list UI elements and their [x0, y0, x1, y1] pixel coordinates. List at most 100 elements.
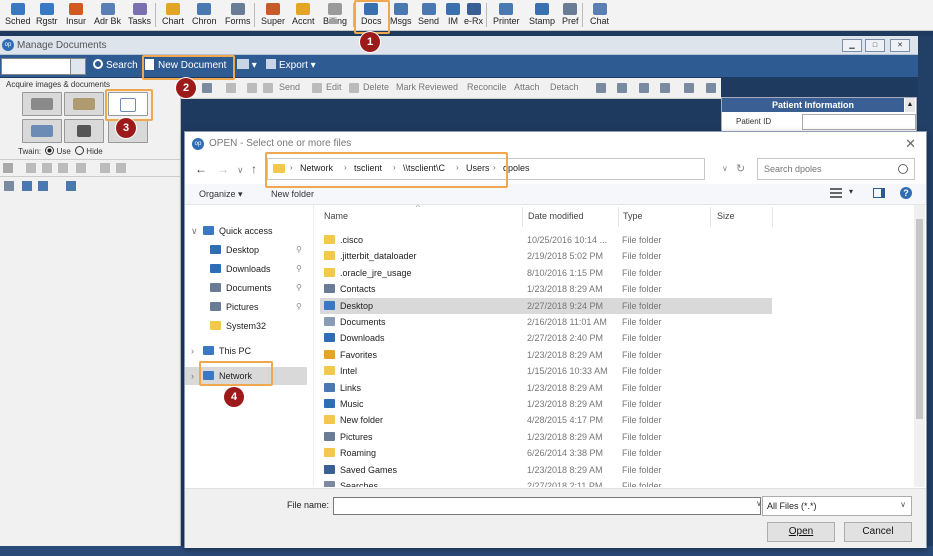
- column-name[interactable]: Name: [324, 211, 348, 221]
- dialog-close-icon[interactable]: ✕: [905, 136, 916, 152]
- view-dropdown-icon[interactable]: ▾: [849, 187, 853, 196]
- zoom-out-icon[interactable]: [706, 83, 716, 93]
- file-row[interactable]: Favorites 1/23/2018 8:29 AM File folder: [320, 347, 772, 363]
- rotate-icon[interactable]: [100, 163, 110, 173]
- nav-item-pictures[interactable]: Pictures ⚲: [210, 298, 302, 316]
- nav-item-this-pc[interactable]: This PC: [203, 342, 251, 360]
- file-row[interactable]: New folder 4/28/2015 4:17 PM File folder: [320, 412, 772, 428]
- first-page-icon[interactable]: [596, 83, 606, 93]
- toolbar-im-button[interactable]: IM: [444, 1, 462, 29]
- toolbar-sched-button[interactable]: Sched: [3, 1, 33, 29]
- up-arrow-icon[interactable]: ↑: [251, 162, 257, 176]
- open-button[interactable]: Open: [767, 522, 835, 542]
- pin-icon[interactable]: ⚲: [296, 279, 302, 297]
- search-button[interactable]: Search: [93, 58, 138, 74]
- delete-action[interactable]: Delete: [363, 82, 389, 92]
- detach-action[interactable]: Detach: [550, 82, 579, 92]
- toolbar-billing-button[interactable]: Billing: [321, 1, 349, 29]
- file-name-dropdown-icon[interactable]: ∨: [756, 499, 762, 508]
- file-row[interactable]: Intel 1/15/2016 10:33 AM File folder: [320, 363, 772, 379]
- paste-icon[interactable]: [58, 163, 68, 173]
- marker-icon[interactable]: [38, 181, 48, 191]
- file-row[interactable]: .jitterbit_dataloader 2/19/2018 5:02 PM Fi…: [320, 248, 772, 264]
- file-row[interactable]: Contacts 1/23/2018 8:29 AM File folder: [320, 281, 772, 297]
- toolbar-e-rx-button[interactable]: e-Rx: [462, 1, 485, 29]
- patient-lookup-icon[interactable]: [70, 58, 86, 75]
- attach-action[interactable]: Attach: [514, 82, 540, 92]
- preview-pane-icon[interactable]: [873, 188, 885, 198]
- scrollbar-thumb[interactable]: [916, 219, 923, 419]
- file-row[interactable]: Links 1/23/2018 8:29 AM File folder: [320, 380, 772, 396]
- nav-item-quick-access[interactable]: Quick access: [203, 222, 273, 240]
- grid-view-icon[interactable]: [202, 83, 212, 93]
- document-feeder-tile[interactable]: [64, 92, 104, 116]
- toolbar-printer-button[interactable]: Printer: [491, 1, 522, 29]
- file-row[interactable]: Searches 2/27/2018 2:11 PM File folder: [320, 478, 772, 487]
- scanner-tile[interactable]: [22, 92, 62, 116]
- twain-hide-radio[interactable]: [75, 146, 85, 155]
- file-row[interactable]: Saved Games 1/23/2018 8:29 AM File folder: [320, 462, 772, 478]
- toolbar-adr-bk-button[interactable]: Adr Bk: [92, 1, 123, 29]
- file-row[interactable]: Documents 2/16/2018 11:01 AM File folder: [320, 314, 772, 330]
- file-row[interactable]: Downloads 2/27/2018 2:40 PM File folder: [320, 330, 772, 346]
- forward-arrow-icon[interactable]: →: [217, 162, 229, 176]
- close-button[interactable]: ✕: [890, 39, 910, 52]
- column-date-modified[interactable]: Date modified: [528, 211, 584, 221]
- toolbar-insur-button[interactable]: Insur: [64, 1, 88, 29]
- undo-icon[interactable]: [3, 163, 13, 173]
- export-button[interactable]: Export ▾: [266, 58, 316, 74]
- toolbar-accnt-button[interactable]: Accnt: [290, 1, 317, 29]
- copy-icon[interactable]: [42, 163, 52, 173]
- patient-search-input[interactable]: [1, 58, 71, 75]
- file-row[interactable]: .cisco 10/25/2016 10:14 ... File folder: [320, 232, 772, 248]
- nav-item-documents[interactable]: Documents ⚲: [210, 279, 302, 297]
- nav-item-downloads[interactable]: Downloads ⚲: [210, 260, 302, 278]
- patient-id-field[interactable]: [802, 114, 916, 130]
- print-dropdown-button[interactable]: ▾: [237, 58, 257, 74]
- toolbar-tasks-button[interactable]: Tasks: [126, 1, 153, 29]
- nav-item-system32[interactable]: System32: [210, 317, 266, 335]
- reconcile-action[interactable]: Reconcile: [467, 82, 507, 92]
- toolbar-pref-button[interactable]: Pref: [560, 1, 581, 29]
- address-dropdown-icon[interactable]: ∨: [722, 164, 728, 173]
- dialog-search-box[interactable]: [757, 158, 915, 180]
- cut-icon[interactable]: [26, 163, 36, 173]
- pin-icon[interactable]: ⚲: [296, 241, 302, 259]
- maximize-button[interactable]: □: [865, 39, 885, 52]
- pin-icon[interactable]: ⚲: [296, 260, 302, 278]
- file-row[interactable]: Music 1/23/2018 8:29 AM File folder: [320, 396, 772, 412]
- print-icon[interactable]: [247, 83, 257, 93]
- file-name-input[interactable]: [333, 497, 761, 515]
- eraser-icon[interactable]: [22, 181, 32, 191]
- toolbar-super-button[interactable]: Super: [259, 1, 287, 29]
- page-icon[interactable]: [226, 83, 236, 93]
- toolbar-msgs-button[interactable]: Msgs: [388, 1, 414, 29]
- flatbed-tile[interactable]: [22, 119, 62, 143]
- toolbar-forms-button[interactable]: Forms: [223, 1, 253, 29]
- expand-chevron-icon[interactable]: ∨: [191, 222, 198, 240]
- edit-action[interactable]: Edit: [326, 82, 342, 92]
- last-page-icon[interactable]: [660, 83, 670, 93]
- file-type-select[interactable]: All Files (*.*) ∨: [762, 496, 912, 516]
- expand-chevron-icon[interactable]: ›: [191, 367, 194, 385]
- help-icon[interactable]: ?: [900, 187, 912, 199]
- column-type[interactable]: Type: [623, 211, 643, 221]
- resize-icon[interactable]: [66, 181, 76, 191]
- back-arrow-icon[interactable]: ←: [195, 162, 207, 176]
- send-action[interactable]: Send: [279, 82, 300, 92]
- camera-tile[interactable]: [64, 119, 104, 143]
- toolbar-chart-button[interactable]: Chart: [160, 1, 186, 29]
- file-list-scrollbar[interactable]: [914, 205, 925, 487]
- view-options-icon[interactable]: [830, 188, 842, 198]
- organize-button[interactable]: Organize ▾: [199, 189, 243, 200]
- toolbar-rgstr-button[interactable]: Rgstr: [34, 1, 60, 29]
- twain-use-radio[interactable]: [45, 146, 55, 155]
- recent-dropdown-icon[interactable]: ∨: [237, 165, 244, 176]
- delete-icon[interactable]: [76, 163, 86, 173]
- toolbar-chat-button[interactable]: Chat: [588, 1, 611, 29]
- expand-chevron-icon[interactable]: ›: [191, 342, 194, 360]
- nav-item-desktop[interactable]: Desktop ⚲: [210, 241, 302, 259]
- toolbar-send-button[interactable]: Send: [416, 1, 441, 29]
- new-folder-button[interactable]: New folder: [271, 189, 314, 199]
- toolbar-chron-button[interactable]: Chron: [190, 1, 219, 29]
